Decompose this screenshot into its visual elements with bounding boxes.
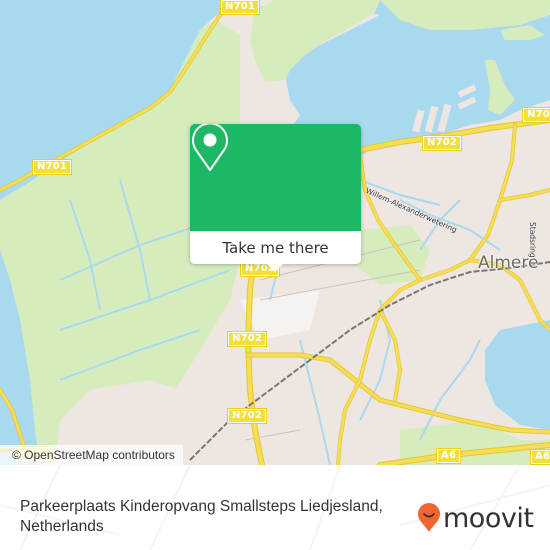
popup-header bbox=[190, 124, 361, 231]
place-name: Parkeerplaats Kinderopvang Smallsteps Li… bbox=[20, 498, 383, 535]
take-me-there-button[interactable]: Take me there bbox=[190, 231, 361, 264]
road-label-a6: A6 bbox=[529, 449, 550, 465]
street-label-stadsring: Stadsring bbox=[528, 222, 537, 258]
road-label-n701: N701 bbox=[219, 0, 261, 15]
map-attribution[interactable]: © OpenStreetMap contributors bbox=[0, 445, 183, 465]
moovit-logo[interactable]: moovit bbox=[417, 502, 534, 534]
road-label-a6: A6 bbox=[435, 448, 462, 464]
road-label-n702: N702 bbox=[521, 107, 550, 123]
moovit-smiley-pin-icon bbox=[418, 503, 440, 532]
road-label-n702: N702 bbox=[421, 135, 463, 151]
location-popup: Take me there bbox=[190, 124, 361, 272]
road-label-n702: N702 bbox=[226, 331, 268, 347]
moovit-wordmark: moovit bbox=[443, 502, 534, 534]
road-label-n701: N701 bbox=[31, 159, 73, 175]
map-pin-icon bbox=[192, 124, 228, 171]
road-label-n702: N702 bbox=[226, 408, 268, 424]
map[interactable]: N701 N701 N701 N702 N702 N702 N702 N702 … bbox=[0, 0, 550, 465]
popup-tail bbox=[266, 263, 284, 272]
